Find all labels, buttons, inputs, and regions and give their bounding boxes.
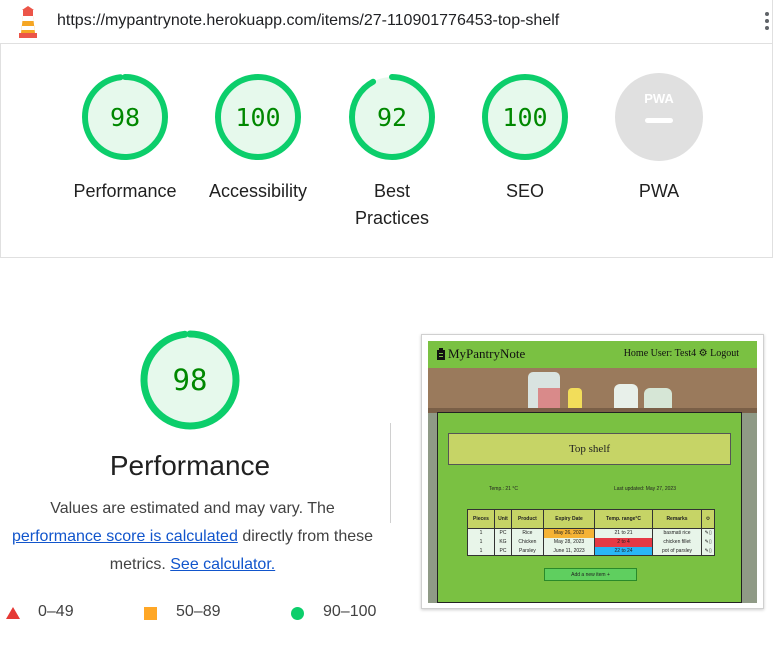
url-bar: https://mypantrynote.herokuapp.com/items… — [0, 0, 773, 44]
gauge-label: Accessibility — [208, 181, 308, 201]
score-gauge-accessibility: 100 — [215, 74, 301, 160]
page-url[interactable]: https://mypantrynote.herokuapp.com/items… — [57, 12, 559, 30]
gauge-score: 92 — [377, 103, 407, 132]
gauge-label: PWA — [638, 181, 680, 201]
nav-home: Home — [623, 348, 649, 359]
edit-delete-icon: ✎▯ — [701, 546, 715, 556]
nav-user: User: Test4 — [650, 348, 697, 359]
score-gauge-best-practices: 92 — [349, 74, 435, 160]
pwa-badge-text: PWA — [644, 91, 674, 106]
circle-icon — [291, 607, 304, 620]
legend-range: 50–89 — [176, 603, 221, 620]
performance-title: Performance — [109, 450, 271, 481]
col-header: Product — [511, 509, 544, 529]
table-row: 1 PC Rice May 26, 2023 21 to 21 basmati rice… — [467, 528, 715, 538]
gauge-performance[interactable]: 98 Performance — [58, 72, 192, 205]
app-navbar: MyPantryNote Home User: Test4 ⚙ Logout — [428, 341, 757, 368]
edit-delete-icon: ✎▯ — [701, 537, 715, 547]
triangle-icon — [6, 607, 20, 619]
performance-gauge-large: 98 — [100, 328, 280, 437]
pwa-badge-icon: PWA — [615, 73, 703, 161]
pantry-background-image — [428, 368, 757, 414]
app-nav-links: Home User: Test4 ⚙ Logout — [624, 348, 739, 359]
shelf-temp: Temp.: 21 °C — [489, 486, 518, 492]
gauge-label: Best Practices — [354, 181, 430, 228]
legend-range: 90–100 — [323, 603, 377, 620]
divider — [390, 423, 391, 523]
gauge-label: Performance — [73, 181, 177, 201]
clipboard-icon — [437, 348, 445, 360]
performance-score-gauge: 98 — [140, 330, 240, 430]
gear-icon: ⚙ — [701, 509, 715, 529]
shelf-last-updated: Last updated: May 27, 2023 — [614, 486, 676, 492]
gauge-score: 98 — [110, 103, 140, 132]
table-row: 1 PC Parsley June 11, 2023 22 to 24 pot of p… — [467, 546, 715, 556]
score-gauge-performance: 98 — [82, 74, 168, 160]
col-header: Pieces — [467, 509, 495, 529]
col-header: Temp. range°C — [594, 509, 653, 529]
legend-range: 0–49 — [38, 603, 74, 620]
gauge-best-practices[interactable]: 92 Best Practices — [325, 72, 459, 232]
performance-description: Values are estimated and may vary. The p… — [0, 495, 385, 579]
add-item-button: Add a new item + — [544, 568, 637, 581]
gauge-seo[interactable]: 100 SEO — [458, 72, 592, 205]
gauge-accessibility[interactable]: 100 Accessibility — [191, 72, 325, 205]
app-brand: MyPantryNote — [448, 346, 526, 361]
gauge-score: 100 — [502, 103, 547, 132]
table-row: 1 KG Chicken May 28, 2023 2 to 4 chicken fil… — [467, 537, 715, 547]
shelf-title: Top shelf — [448, 433, 731, 465]
edit-delete-icon: ✎▯ — [701, 528, 715, 538]
col-header: Unit — [493, 509, 513, 529]
gear-icon: ⚙ — [698, 348, 708, 359]
items-table: Pieces Unit Product Expiry Date Temp. ra… — [467, 509, 715, 556]
gauge-pwa[interactable]: PWA PWA — [592, 72, 726, 205]
description-text: Values are estimated and may vary. The — [50, 500, 335, 517]
score-calculated-link[interactable]: performance score is calculated — [12, 528, 238, 545]
final-screenshot[interactable]: MyPantryNote Home User: Test4 ⚙ Logout T… — [421, 334, 764, 609]
performance-score: 98 — [173, 363, 208, 397]
gauge-score: 100 — [235, 103, 280, 132]
gauge-label: SEO — [505, 181, 544, 201]
more-menu-icon[interactable] — [762, 12, 772, 34]
col-header: Expiry Date — [542, 509, 596, 529]
app-screenshot: MyPantryNote Home User: Test4 ⚙ Logout T… — [428, 341, 757, 603]
square-icon — [144, 607, 157, 620]
shelf-panel: Top shelf Temp.: 21 °C Last updated: May… — [437, 412, 742, 603]
nav-logout: Logout — [710, 348, 739, 359]
see-calculator-link[interactable]: See calculator. — [170, 556, 275, 573]
lighthouse-logo-icon — [19, 6, 37, 38]
col-header: Remarks — [651, 509, 703, 529]
score-gauge-seo: 100 — [482, 74, 568, 160]
